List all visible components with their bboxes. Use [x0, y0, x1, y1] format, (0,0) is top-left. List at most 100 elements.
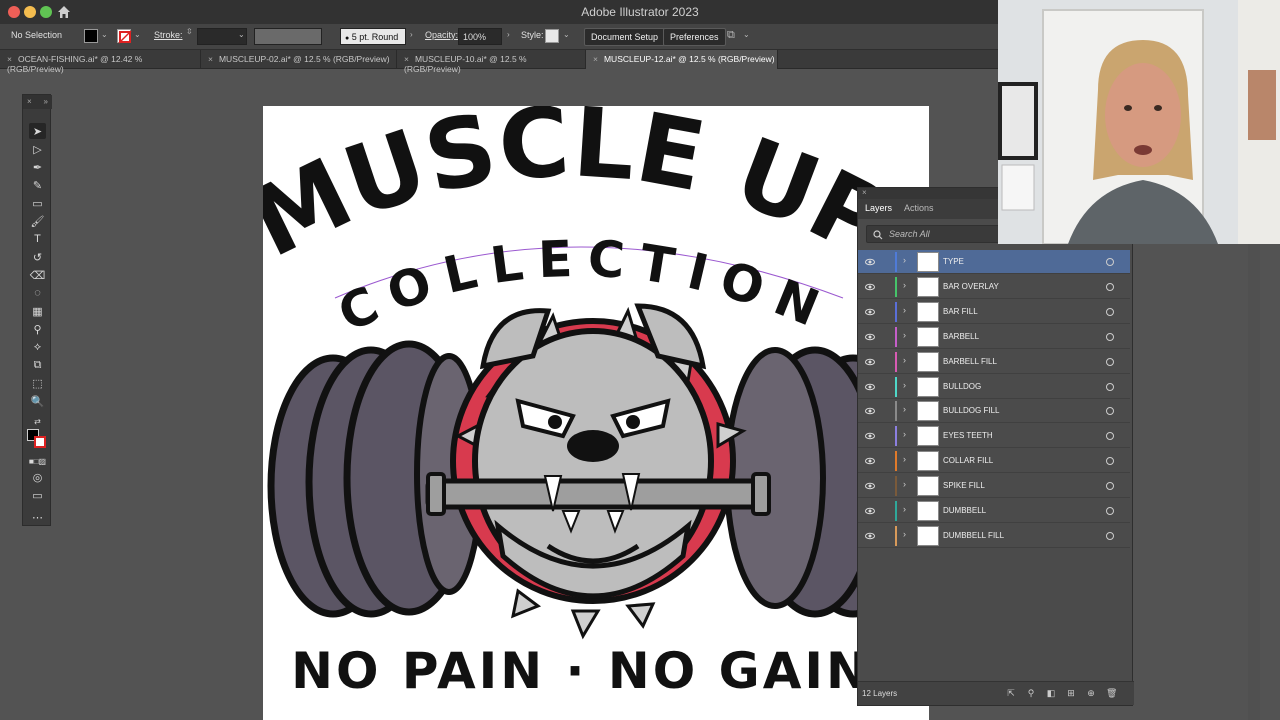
layer-target-icon[interactable] [1106, 282, 1114, 291]
tab-muscleup-12[interactable]: × MUSCLEUP-12.ai* @ 12.5 % (RGB/Preview) [586, 50, 778, 69]
stroke-color-icon[interactable] [34, 436, 46, 448]
blend-tool-icon[interactable]: ⟡ [29, 339, 46, 355]
layer-target-icon[interactable] [1106, 482, 1114, 491]
rectangle-tool-icon[interactable]: ▭ [29, 195, 46, 211]
toolbar-header[interactable]: × » [23, 95, 52, 109]
brush-definition[interactable]: ● 5 pt. Round [340, 28, 406, 45]
layer-target-icon[interactable] [1106, 357, 1114, 366]
layer-row[interactable]: › BAR FILL [858, 300, 1130, 324]
layer-name[interactable]: DUMBBELL FILL [943, 531, 1004, 540]
locate-object-icon[interactable]: ⚲ [1026, 688, 1036, 698]
layer-row[interactable]: › DUMBBELL FILL [858, 524, 1130, 548]
tab-actions[interactable]: Actions [904, 203, 934, 213]
layer-name[interactable]: BULLDOG [943, 382, 981, 391]
layer-row[interactable]: › COLLAR FILL [858, 449, 1130, 474]
layer-name[interactable]: BARBELL FILL [943, 357, 997, 366]
tab-muscleup-10[interactable]: × MUSCLEUP-10.ai* @ 12.5 % (RGB/Preview) [397, 50, 586, 74]
zoom-tool-icon[interactable]: 🔍 [29, 393, 46, 409]
shape-builder-tool-icon[interactable]: ⧉ [29, 357, 46, 373]
stroke-swatch[interactable] [117, 29, 132, 44]
lasso-tool-icon[interactable]: ◌ [29, 285, 46, 301]
delete-layer-icon[interactable]: 🗑 [1106, 688, 1117, 698]
clipping-mask-icon[interactable]: ◧ [1046, 688, 1056, 698]
layer-row[interactable]: › BARBELL [858, 325, 1130, 349]
layer-target-icon[interactable] [1106, 507, 1114, 515]
artboard-tool-icon[interactable]: ⬚ [29, 375, 46, 391]
chevron-right-icon[interactable]: › [410, 30, 413, 39]
expand-chevron-icon[interactable]: › [903, 529, 906, 539]
new-layer-icon[interactable]: ⊕ [1086, 688, 1096, 698]
layer-name[interactable]: SPIKE FILL [943, 481, 985, 490]
color-mode-icon[interactable]: ■□▨ [29, 453, 46, 469]
visibility-eye-icon[interactable] [865, 406, 875, 416]
visibility-eye-icon[interactable] [865, 332, 875, 342]
visibility-eye-icon[interactable] [865, 357, 875, 367]
direct-selection-tool-icon[interactable]: ▷ [29, 141, 46, 157]
selection-tool-icon[interactable]: ➤ [29, 123, 46, 139]
layer-target-icon[interactable] [1106, 531, 1114, 540]
visibility-eye-icon[interactable] [865, 506, 875, 516]
chevron-down-icon[interactable]: ⌄ [101, 30, 108, 39]
tab-muscleup-02[interactable]: × MUSCLEUP-02.ai* @ 12.5 % (RGB/Preview) [201, 50, 397, 69]
visibility-eye-icon[interactable] [865, 456, 875, 466]
stepper-icon[interactable]: ⇳ [186, 27, 193, 36]
chevron-down-icon[interactable]: ⌄ [238, 30, 245, 39]
layer-row[interactable]: › BULLDOG FILL [858, 399, 1130, 424]
visibility-eye-icon[interactable] [865, 307, 875, 317]
visibility-eye-icon[interactable] [865, 481, 875, 491]
layer-target-icon[interactable] [1106, 307, 1114, 316]
tab-ocean-fishing[interactable]: × OCEAN-FISHING.ai* @ 12.42 % (RGB/Previe… [0, 50, 201, 74]
tagline-text[interactable]: NO PAIN · NO GAIN [291, 642, 871, 700]
draw-mode-icon[interactable]: ◎ [29, 469, 46, 485]
close-tab-icon[interactable]: × [404, 54, 409, 64]
layer-name[interactable]: COLLAR FILL [943, 456, 993, 465]
paintbrush-tool-icon[interactable]: 🖌 [29, 213, 46, 229]
layer-name[interactable]: EYES TEETH [943, 431, 993, 440]
expand-chevron-icon[interactable]: › [903, 280, 906, 290]
eyedropper-tool-icon[interactable]: ⚲ [29, 321, 46, 337]
scrollbar[interactable] [1248, 244, 1260, 720]
export-icon[interactable]: ⇱ [1006, 688, 1016, 698]
expand-chevron-icon[interactable]: › [903, 380, 906, 390]
layer-name[interactable]: BARBELL [943, 332, 979, 341]
chevron-down-icon[interactable]: ⌄ [134, 30, 141, 39]
layer-row[interactable]: › BAR OVERLAY [858, 275, 1130, 299]
layer-name[interactable]: BAR OVERLAY [943, 282, 999, 291]
expand-chevron-icon[interactable]: › [903, 255, 906, 265]
opacity-field[interactable]: 100% [458, 28, 502, 45]
chevron-down-icon[interactable]: ⌄ [563, 30, 570, 39]
artboard[interactable]: MUSCLE UP COLLECTION NO PAIN · NO GAIN [263, 106, 929, 720]
close-tab-icon[interactable]: × [208, 54, 213, 64]
new-sublayer-icon[interactable]: ⊞ [1066, 688, 1076, 698]
arrange-documents-icon[interactable]: ⧉ [727, 29, 735, 42]
expand-chevron-icon[interactable]: › [903, 404, 906, 414]
expand-chevron-icon[interactable]: › [903, 305, 906, 315]
layer-target-icon[interactable] [1106, 457, 1114, 466]
pen-tool-icon[interactable]: ✒ [29, 159, 46, 175]
expand-chevron-icon[interactable]: › [903, 330, 906, 340]
layer-target-icon[interactable] [1106, 407, 1114, 416]
tab-layers[interactable]: Layers [865, 203, 892, 213]
layer-name[interactable]: DUMBBELL [943, 506, 986, 515]
layer-row[interactable]: › BARBELL FILL [858, 350, 1130, 374]
chevron-down-icon[interactable]: ⌄ [743, 30, 750, 39]
layer-row[interactable]: › TYPE [858, 250, 1130, 274]
type-tool-icon[interactable]: T [29, 231, 46, 247]
curvature-tool-icon[interactable]: ✎ [29, 177, 46, 193]
fill-swatch[interactable] [84, 29, 98, 43]
layer-name[interactable]: BAR FILL [943, 307, 978, 316]
layer-row[interactable]: › DUMBBELL [858, 499, 1130, 523]
layer-target-icon[interactable] [1106, 258, 1114, 266]
more-tools-icon[interactable]: ⋯ [29, 509, 46, 525]
opacity-label[interactable]: Opacity: [425, 30, 458, 40]
layer-target-icon[interactable] [1106, 332, 1114, 341]
layer-target-icon[interactable] [1106, 432, 1114, 441]
chevron-right-icon[interactable]: › [507, 30, 510, 39]
expand-chevron-icon[interactable]: › [903, 355, 906, 365]
expand-chevron-icon[interactable]: › [903, 429, 906, 439]
close-tab-icon[interactable]: × [7, 54, 12, 64]
layer-name[interactable]: BULLDOG FILL [943, 406, 999, 415]
expand-chevron-icon[interactable]: › [903, 479, 906, 489]
layer-target-icon[interactable] [1106, 382, 1114, 391]
preferences-button[interactable]: Preferences [663, 28, 726, 46]
